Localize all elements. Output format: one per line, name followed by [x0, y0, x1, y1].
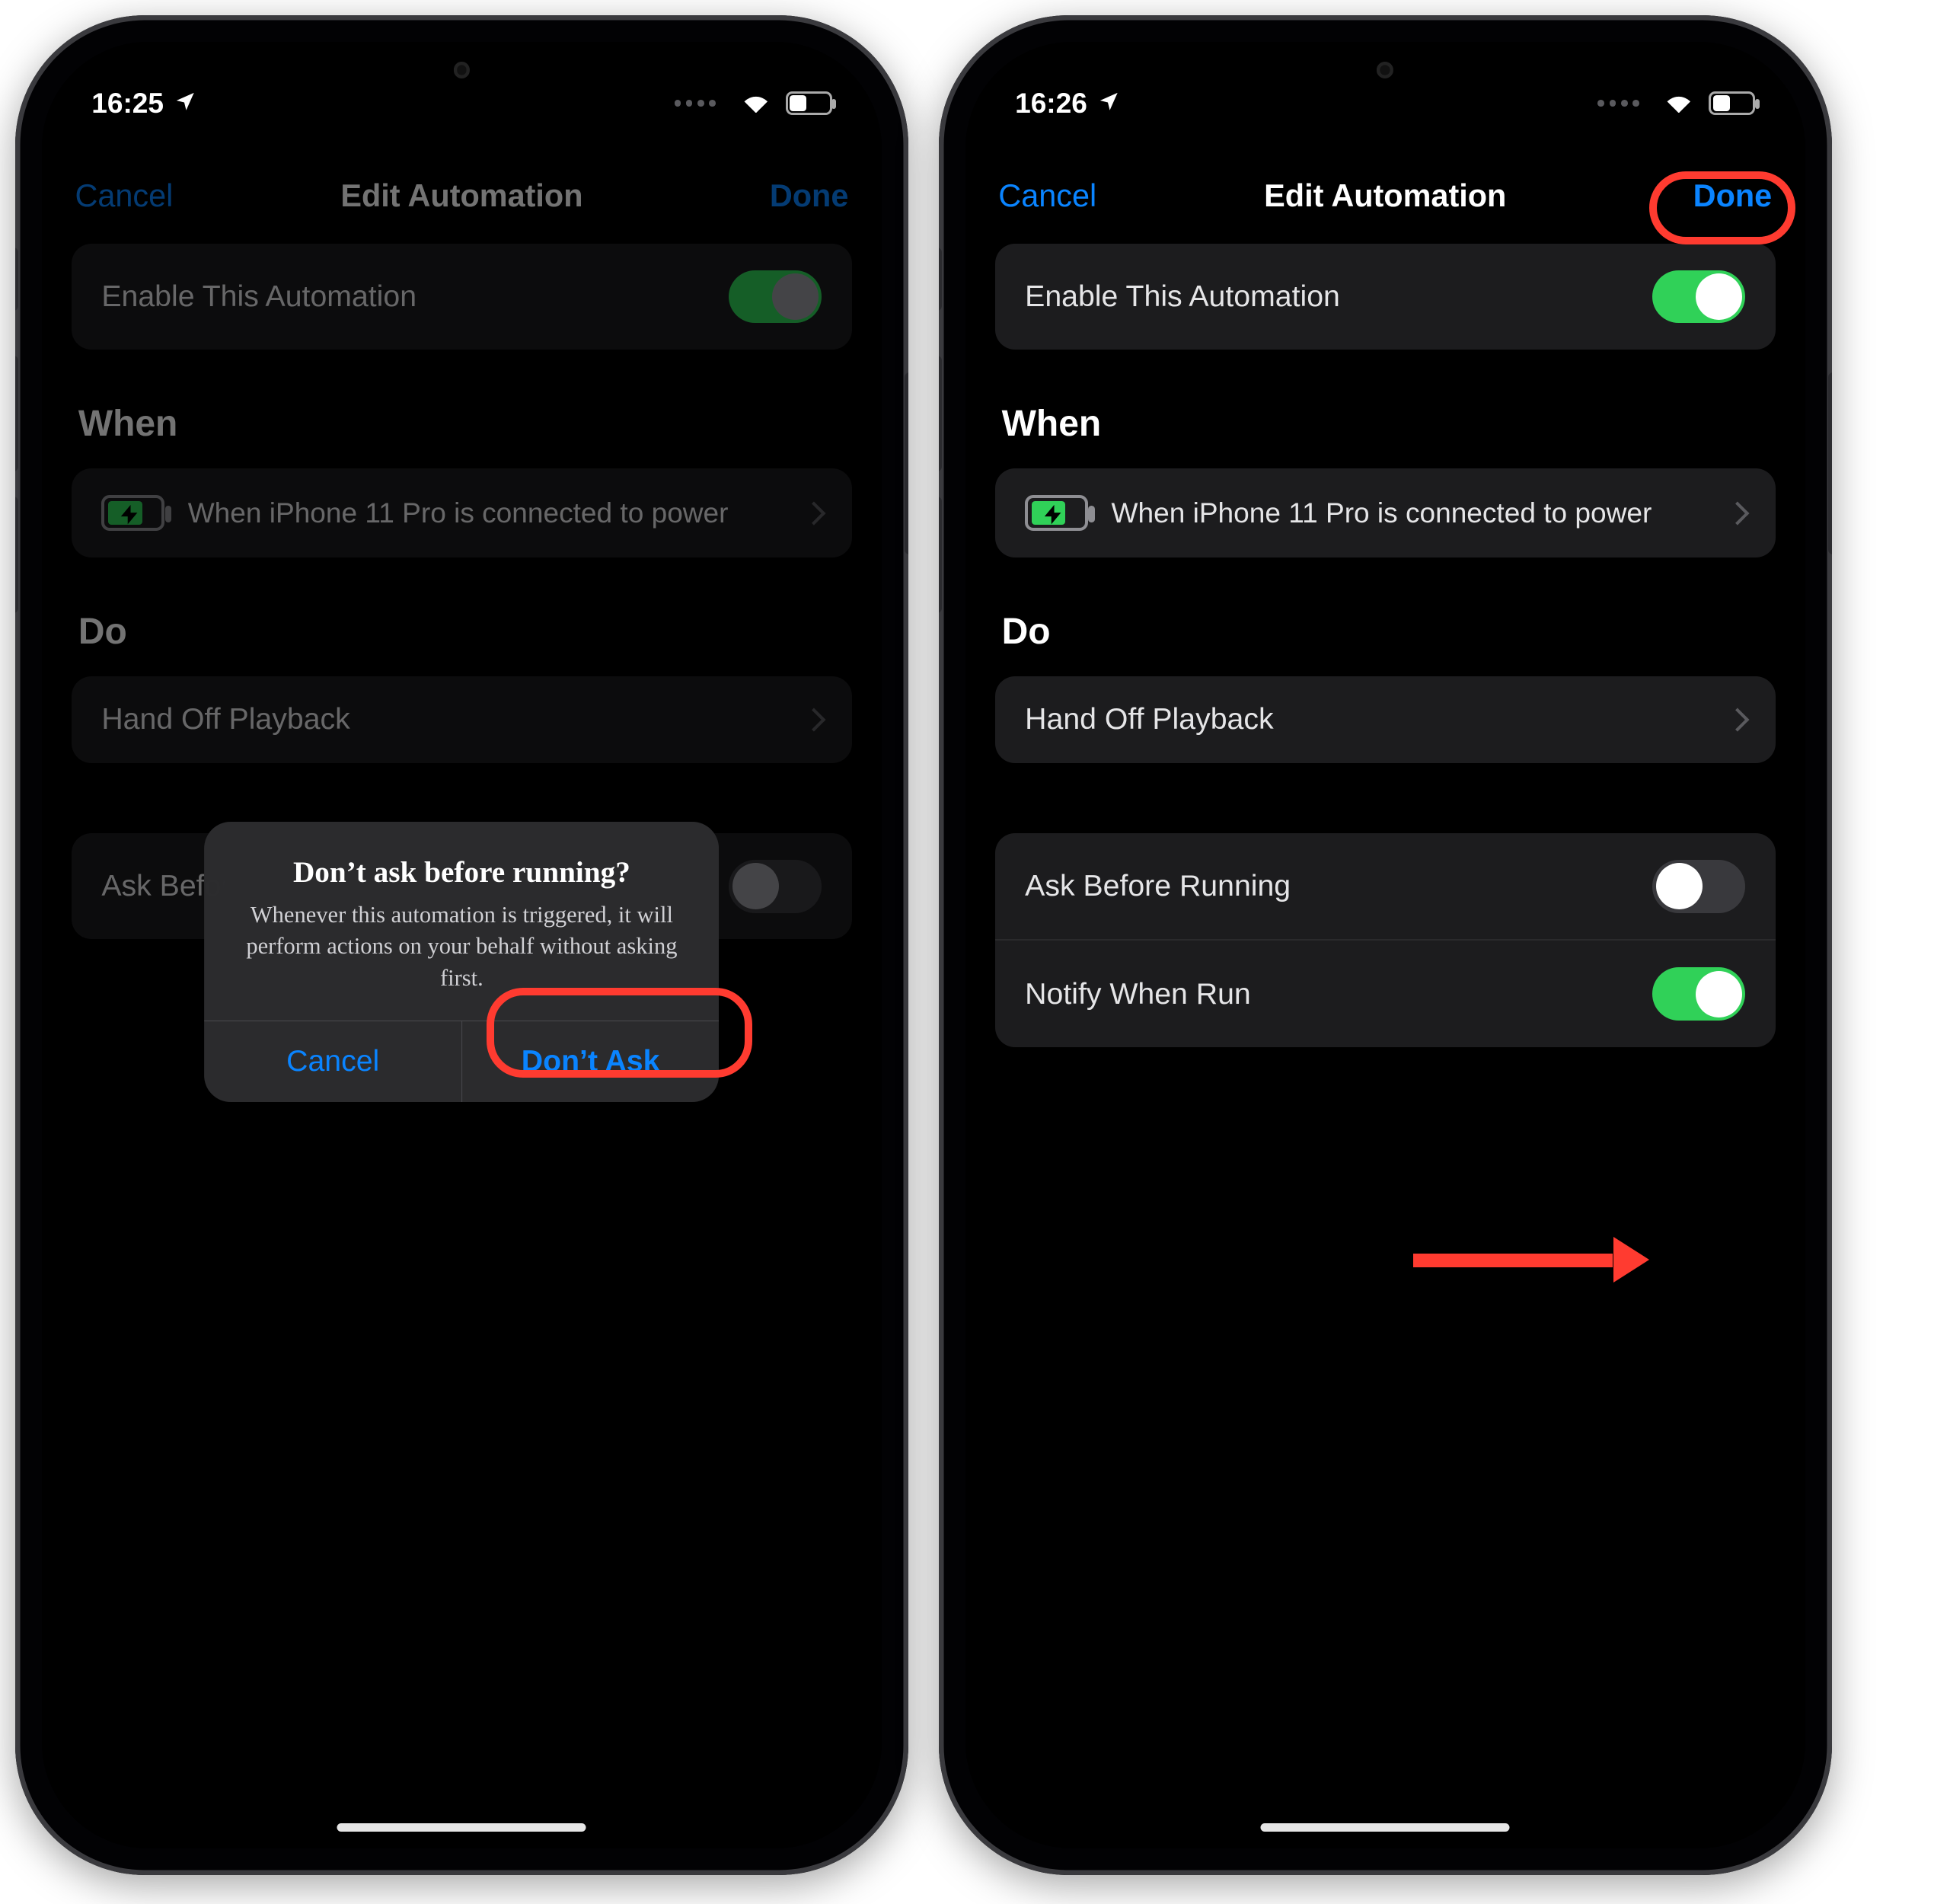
location-arrow-icon	[1097, 87, 1121, 120]
notify-when-run-label: Notify When Run	[1025, 977, 1251, 1011]
wifi-icon	[739, 87, 773, 120]
enable-automation-label: Enable This Automation	[1025, 280, 1340, 314]
charging-battery-icon	[1025, 495, 1088, 532]
alert-confirm-button[interactable]: Don’t Ask	[461, 1021, 719, 1102]
enable-automation-row[interactable]: Enable This Automation	[995, 244, 1776, 350]
status-bar: 16:26	[965, 42, 1805, 138]
iphone-frame-right: 16:26 Cancel Edit Automation Done Enable…	[939, 15, 1832, 1875]
status-bar: 16:25	[42, 42, 882, 138]
confirm-alert: Don’t ask before running? Whenever this …	[205, 822, 720, 1101]
alert-cancel-button[interactable]: Cancel	[205, 1021, 461, 1102]
chevron-right-icon	[1725, 501, 1749, 525]
status-time: 16:25	[91, 87, 164, 120]
when-trigger-row[interactable]: When iPhone 11 Pro is connected to power	[995, 468, 1776, 558]
recording-dots-icon	[675, 100, 716, 107]
nav-bar: Cancel Edit Automation Done	[965, 138, 1805, 244]
iphone-frame-left: 16:25 Cancel Edit Automation Done Enable…	[15, 15, 908, 1875]
home-indicator[interactable]	[337, 1823, 586, 1832]
screen-left: 16:25 Cancel Edit Automation Done Enable…	[42, 42, 882, 1848]
do-action-label: Hand Off Playback	[1025, 702, 1273, 736]
screen-right: 16:26 Cancel Edit Automation Done Enable…	[965, 42, 1805, 1848]
recording-dots-icon	[1597, 100, 1639, 107]
chevron-right-icon	[1725, 708, 1749, 732]
do-heading: Do	[1002, 611, 1769, 653]
run-options-group: Ask Before Running Notify When Run	[995, 833, 1776, 1047]
when-trigger-text: When iPhone 11 Pro is connected to power	[1112, 495, 1652, 530]
alert-message: Whenever this automation is triggered, i…	[241, 899, 682, 994]
enable-automation-toggle[interactable]	[1652, 270, 1745, 324]
when-heading: When	[1002, 403, 1769, 445]
ask-before-running-label: Ask Before Running	[1025, 869, 1291, 903]
location-arrow-icon	[174, 87, 197, 120]
notify-when-run-row[interactable]: Notify When Run	[995, 939, 1776, 1047]
highlight-arrow-notify	[1413, 1254, 1613, 1267]
wifi-icon	[1662, 87, 1696, 120]
battery-icon	[786, 91, 832, 115]
done-button[interactable]: Done	[1693, 178, 1773, 214]
alert-title: Don’t ask before running?	[241, 855, 682, 890]
cancel-button[interactable]: Cancel	[998, 178, 1096, 214]
do-action-row[interactable]: Hand Off Playback	[995, 676, 1776, 764]
ask-before-running-row[interactable]: Ask Before Running	[995, 833, 1776, 940]
ask-before-running-toggle[interactable]	[1652, 860, 1745, 913]
home-indicator[interactable]	[1261, 1823, 1510, 1832]
notify-when-run-toggle[interactable]	[1652, 967, 1745, 1021]
status-time: 16:26	[1015, 87, 1087, 120]
battery-icon	[1709, 91, 1755, 115]
